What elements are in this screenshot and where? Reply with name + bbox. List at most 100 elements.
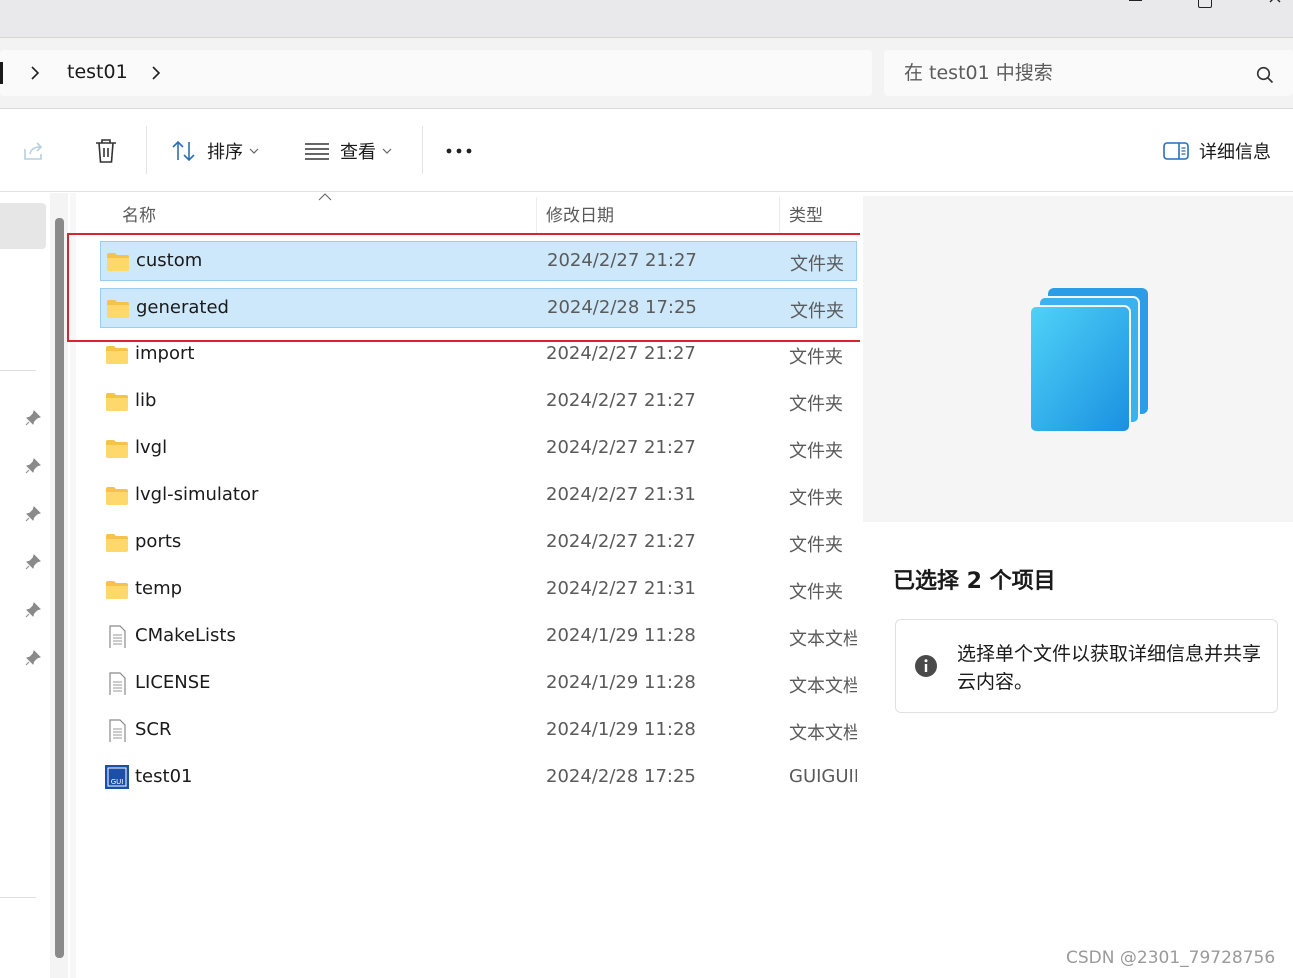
- details-pane-button[interactable]: 详细信息: [1163, 110, 1271, 192]
- details-pane-icon: [1163, 142, 1189, 160]
- file-type: 文件夹: [789, 347, 843, 368]
- file-date: 2024/1/29 11:28: [546, 672, 696, 693]
- file-name: temp: [135, 578, 183, 599]
- pin-icon[interactable]: [25, 554, 41, 570]
- delete-button[interactable]: [94, 110, 118, 192]
- chevron-down-icon: [382, 148, 392, 154]
- toolbar-separator: [146, 126, 147, 174]
- navigation-pane: [0, 193, 47, 978]
- text-file-icon: [105, 719, 129, 745]
- column-header-type[interactable]: 类型: [789, 193, 823, 233]
- trash-icon: [96, 139, 116, 163]
- pin-icon[interactable]: [25, 410, 41, 426]
- text-file-icon: [105, 672, 129, 698]
- file-name: ports: [135, 531, 182, 552]
- info-card: 选择单个文件以获取详细信息并共享云内容。: [895, 619, 1278, 713]
- breadcrumb[interactable]: test01: [0, 50, 872, 96]
- nav-divider: [0, 370, 36, 371]
- folder-icon: [105, 392, 129, 412]
- file-date: 2024/2/27 21:27: [546, 390, 696, 411]
- file-name: lvgl: [135, 437, 168, 458]
- file-date: 2024/2/27 21:27: [546, 437, 696, 458]
- nav-scrollbar-thumb[interactable]: [55, 218, 64, 958]
- file-date: 2024/2/27 21:27: [546, 531, 696, 552]
- file-row-lvgl[interactable]: lvgl 2024/2/27 21:27 文件夹: [100, 429, 857, 469]
- minimize-icon[interactable]: [1122, 0, 1152, 8]
- chevron-right-icon[interactable]: [30, 65, 40, 81]
- view-button[interactable]: 查看: [304, 110, 392, 192]
- details-pane: 已选择 2 个项目 选择单个文件以获取详细信息并共享云内容。: [860, 193, 1293, 978]
- toolbar-separator: [422, 126, 423, 174]
- file-type: 文件夹: [789, 582, 843, 603]
- search-box[interactable]: [884, 50, 1293, 96]
- share-icon: [24, 142, 43, 160]
- pin-icon[interactable]: [25, 458, 41, 474]
- folder-icon: [105, 533, 129, 553]
- breadcrumb-truncated-segment[interactable]: [0, 62, 3, 84]
- file-name: SCR: [135, 719, 172, 740]
- gui-guider-file-icon: GUI: [105, 765, 129, 789]
- pin-icon[interactable]: [25, 650, 41, 666]
- folder-icon: [105, 345, 129, 365]
- view-label: 查看: [340, 142, 376, 163]
- file-type: 文件夹: [789, 535, 843, 556]
- watermark: CSDN @2301_79728756: [1066, 948, 1276, 968]
- file-date: 2024/2/27 21:31: [546, 484, 696, 505]
- address-row: test01: [0, 38, 1293, 109]
- text-file-icon: [105, 625, 129, 651]
- preview-area: [863, 196, 1293, 522]
- file-row-lvgl-simulator[interactable]: lvgl-simulator 2024/2/27 21:31 文件夹: [100, 476, 857, 516]
- sort-icon: [172, 140, 195, 162]
- selection-count-title: 已选择 2 个项目: [893, 569, 1056, 594]
- folder-icon: [105, 486, 129, 506]
- file-row-ports[interactable]: ports 2024/2/27 21:27 文件夹: [100, 523, 857, 563]
- pin-icon[interactable]: [25, 506, 41, 522]
- column-divider[interactable]: [779, 197, 780, 233]
- maximize-icon[interactable]: [1190, 0, 1220, 8]
- info-message: 选择单个文件以获取详细信息并共享云内容。: [957, 643, 1262, 693]
- file-type: 文本文档: [789, 676, 857, 697]
- pin-icon[interactable]: [25, 602, 41, 618]
- svg-text:GUI: GUI: [111, 778, 124, 786]
- sort-label: 排序: [207, 142, 243, 163]
- file-date: 2024/1/29 11:28: [546, 625, 696, 646]
- folder-icon: [105, 439, 129, 459]
- search-input[interactable]: [904, 58, 1234, 88]
- file-date: 2024/2/28 17:25: [546, 766, 696, 787]
- file-type: 文件夹: [789, 488, 843, 509]
- file-type: 文件夹: [789, 394, 843, 415]
- breadcrumb-segment-test01[interactable]: test01: [67, 61, 128, 83]
- file-name: CMakeLists: [135, 625, 236, 646]
- chevron-down-icon: [249, 148, 259, 154]
- view-icon: [305, 143, 329, 160]
- command-bar: 排序 查看 详细信息: [0, 110, 1293, 192]
- column-header-name[interactable]: 名称: [122, 193, 156, 233]
- nav-item-selected[interactable]: [0, 203, 46, 249]
- file-row-license[interactable]: LICENSE 2024/1/29 11:28 文本文档: [100, 664, 857, 704]
- search-icon[interactable]: [1256, 66, 1274, 84]
- file-row-test01[interactable]: GUI test01 2024/2/28 17:25 GUIGUIDER: [100, 758, 857, 798]
- file-date: 2024/2/27 21:31: [546, 578, 696, 599]
- file-row-scr[interactable]: SCR 2024/1/29 11:28 文本文档: [100, 711, 857, 751]
- share-button[interactable]: [22, 110, 46, 192]
- multiple-items-icon: [1029, 288, 1148, 433]
- column-header-date[interactable]: 修改日期: [546, 193, 614, 233]
- close-icon[interactable]: [1262, 0, 1292, 8]
- chevron-right-icon[interactable]: [151, 65, 161, 81]
- column-divider[interactable]: [536, 197, 537, 233]
- details-label: 详细信息: [1199, 142, 1271, 163]
- sort-button[interactable]: 排序: [171, 110, 259, 192]
- annotation-highlight-box: [67, 233, 876, 342]
- file-name: import: [135, 343, 195, 364]
- file-type: 文本文档: [789, 629, 857, 650]
- file-name: lib: [135, 390, 157, 411]
- sort-ascending-icon: [318, 193, 332, 201]
- file-name: LICENSE: [135, 672, 211, 693]
- file-row-cmakelists[interactable]: CMakeLists 2024/1/29 11:28 文本文档: [100, 617, 857, 657]
- nav-divider: [0, 897, 36, 898]
- file-date: 2024/2/27 21:27: [546, 343, 696, 364]
- file-row-temp[interactable]: temp 2024/2/27 21:31 文件夹: [100, 570, 857, 610]
- file-name: test01: [135, 766, 193, 787]
- more-options-button[interactable]: [446, 110, 472, 192]
- file-row-lib[interactable]: lib 2024/2/27 21:27 文件夹: [100, 382, 857, 422]
